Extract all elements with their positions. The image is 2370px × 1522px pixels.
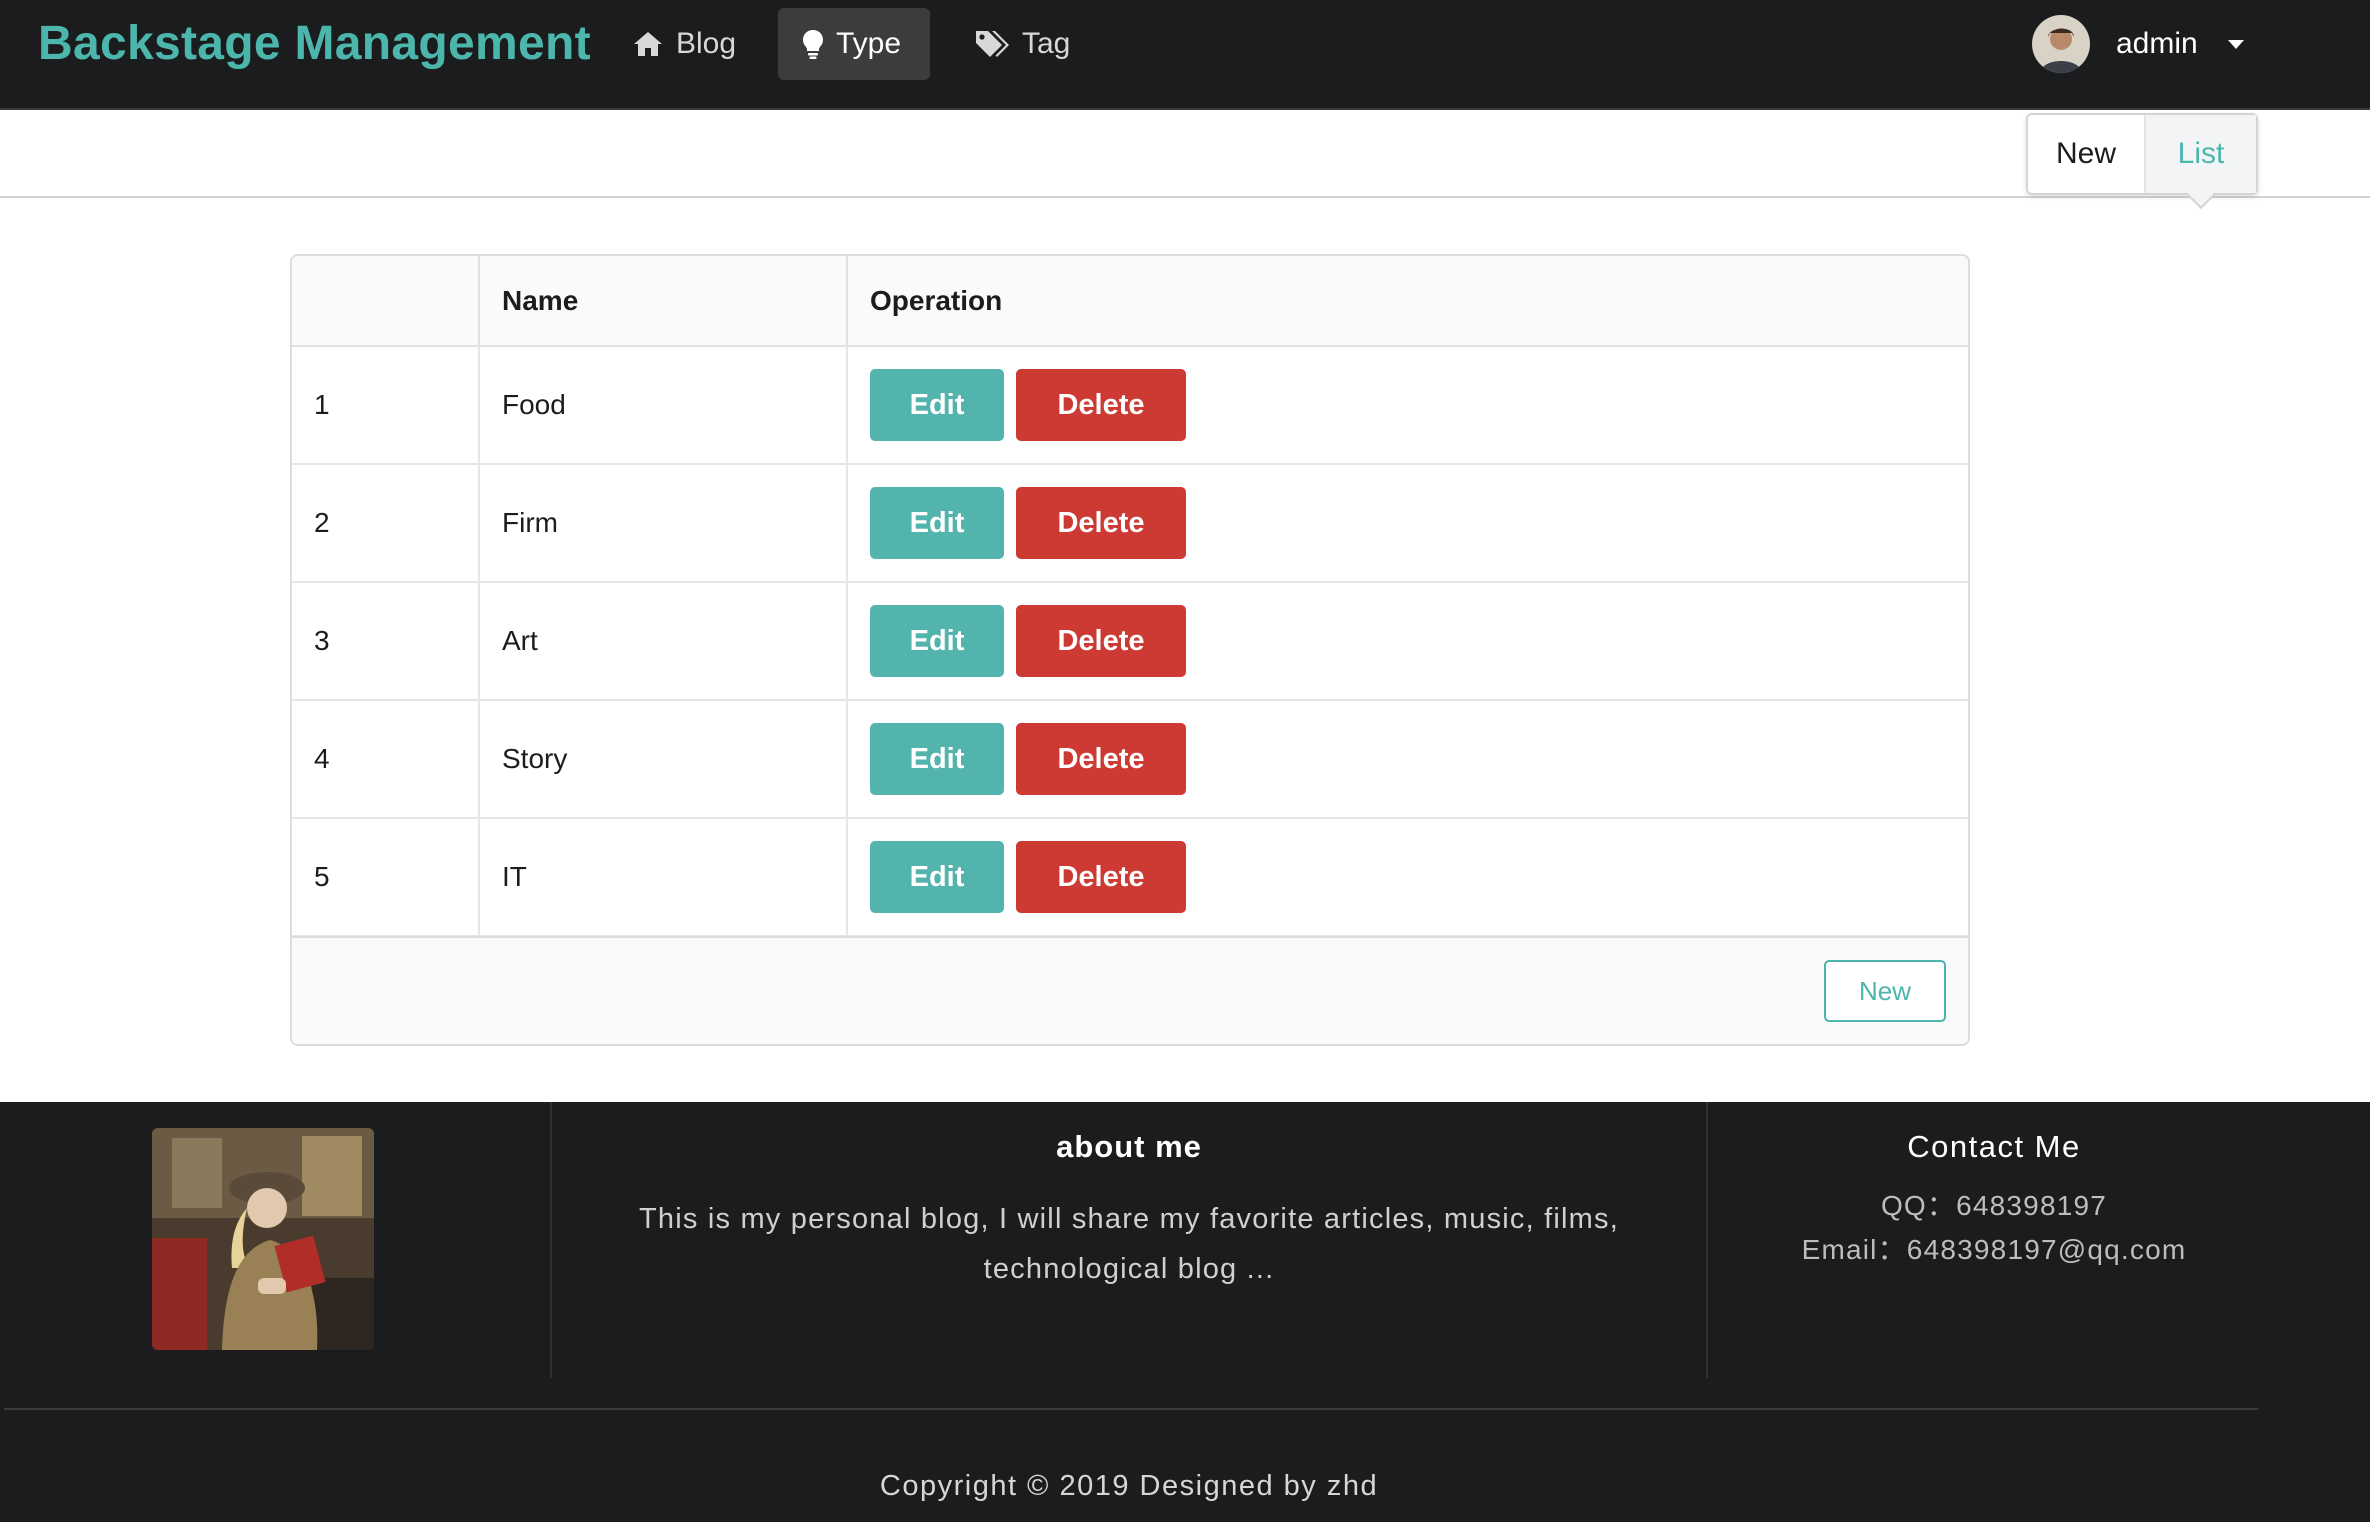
row-index: 4 (292, 700, 479, 819)
row-name: Firm (478, 464, 847, 583)
edit-button[interactable]: Edit (870, 369, 1004, 441)
table-row: 5 IT Edit Delete (292, 818, 1968, 937)
contact-title: Contact Me (1907, 1129, 2081, 1164)
delete-button[interactable]: Delete (1016, 605, 1186, 677)
nav-item-blog[interactable]: Blog (608, 8, 760, 80)
delete-button[interactable]: Delete (1016, 723, 1186, 795)
copyright-text: Copyright © 2019 Designed by zhd (879, 1470, 1379, 1502)
table-row: 3 Art Edit Delete (292, 582, 1968, 701)
chevron-down-icon (2227, 39, 2244, 49)
lightbulb-icon (802, 29, 824, 59)
brand-title[interactable]: Backstage Management (38, 14, 591, 74)
table-row: 2 Firm Edit Delete (292, 464, 1968, 583)
table-row: 4 Story Edit Delete (292, 700, 1968, 819)
contact-email: Email：648398197@qq.com (1801, 1234, 2187, 1265)
delete-button[interactable]: Delete (1016, 841, 1186, 913)
top-navbar: Backstage Management Blog Type Tag admin (0, 0, 2370, 110)
column-header-name: Name (478, 256, 847, 347)
tab-new[interactable]: New (2028, 115, 2146, 193)
nav-item-tag[interactable]: Tag (950, 8, 1094, 80)
delete-button[interactable]: Delete (1016, 369, 1186, 441)
edit-button[interactable]: Edit (870, 487, 1004, 559)
row-name: IT (478, 818, 847, 937)
edit-button[interactable]: Edit (870, 841, 1004, 913)
row-index: 5 (292, 818, 479, 937)
about-text: This is my personal blog, I will share m… (639, 1203, 1619, 1285)
table-footer: New (292, 936, 1968, 1044)
tags-icon (974, 29, 1010, 59)
contact-qq: QQ：648398197 (1880, 1190, 2108, 1221)
author-photo (152, 1128, 374, 1350)
contact-section: Contact Me QQ：648398197 Email：648398197@… (1708, 1124, 2280, 1272)
type-table: Name Operation 1 Food Edit Delete 2 Firm … (290, 254, 1970, 1046)
footer-divider (4, 1408, 2258, 1410)
row-operations: Edit Delete (846, 700, 1968, 819)
nav-item-type[interactable]: Type (778, 8, 930, 80)
table-header-row: Name Operation (292, 256, 1968, 347)
table-row: 1 Food Edit Delete (292, 346, 1968, 465)
row-operations: Edit Delete (846, 582, 1968, 701)
column-header-operation: Operation (846, 256, 1968, 347)
new-type-button[interactable]: New (1824, 960, 1946, 1022)
row-name: Art (478, 582, 847, 701)
user-name: admin (2116, 27, 2198, 60)
row-index: 3 (292, 582, 479, 701)
page-footer: about me This is my personal blog, I wil… (0, 1102, 2370, 1522)
nav-item-label: Type (836, 27, 902, 60)
column-header-index (292, 256, 479, 347)
nav-item-label: Blog (676, 27, 737, 60)
delete-button[interactable]: Delete (1016, 487, 1186, 559)
home-icon (632, 30, 664, 58)
view-switcher: New List (2026, 113, 2258, 195)
row-index: 2 (292, 464, 479, 583)
row-operations: Edit Delete (846, 818, 1968, 937)
secondary-menu: New List (0, 110, 2370, 198)
nav-item-label: Tag (1022, 27, 1071, 60)
user-menu[interactable]: admin (2032, 14, 2244, 74)
edit-button[interactable]: Edit (870, 605, 1004, 677)
row-operations: Edit Delete (846, 346, 1968, 465)
row-operations: Edit Delete (846, 464, 1968, 583)
row-name: Food (478, 346, 847, 465)
tab-list[interactable]: List (2146, 115, 2256, 193)
about-section: about me This is my personal blog, I wil… (552, 1124, 1706, 1294)
avatar (2032, 15, 2090, 73)
row-index: 1 (292, 346, 479, 465)
row-name: Story (478, 700, 847, 819)
edit-button[interactable]: Edit (870, 723, 1004, 795)
about-title: about me (1056, 1129, 1202, 1164)
